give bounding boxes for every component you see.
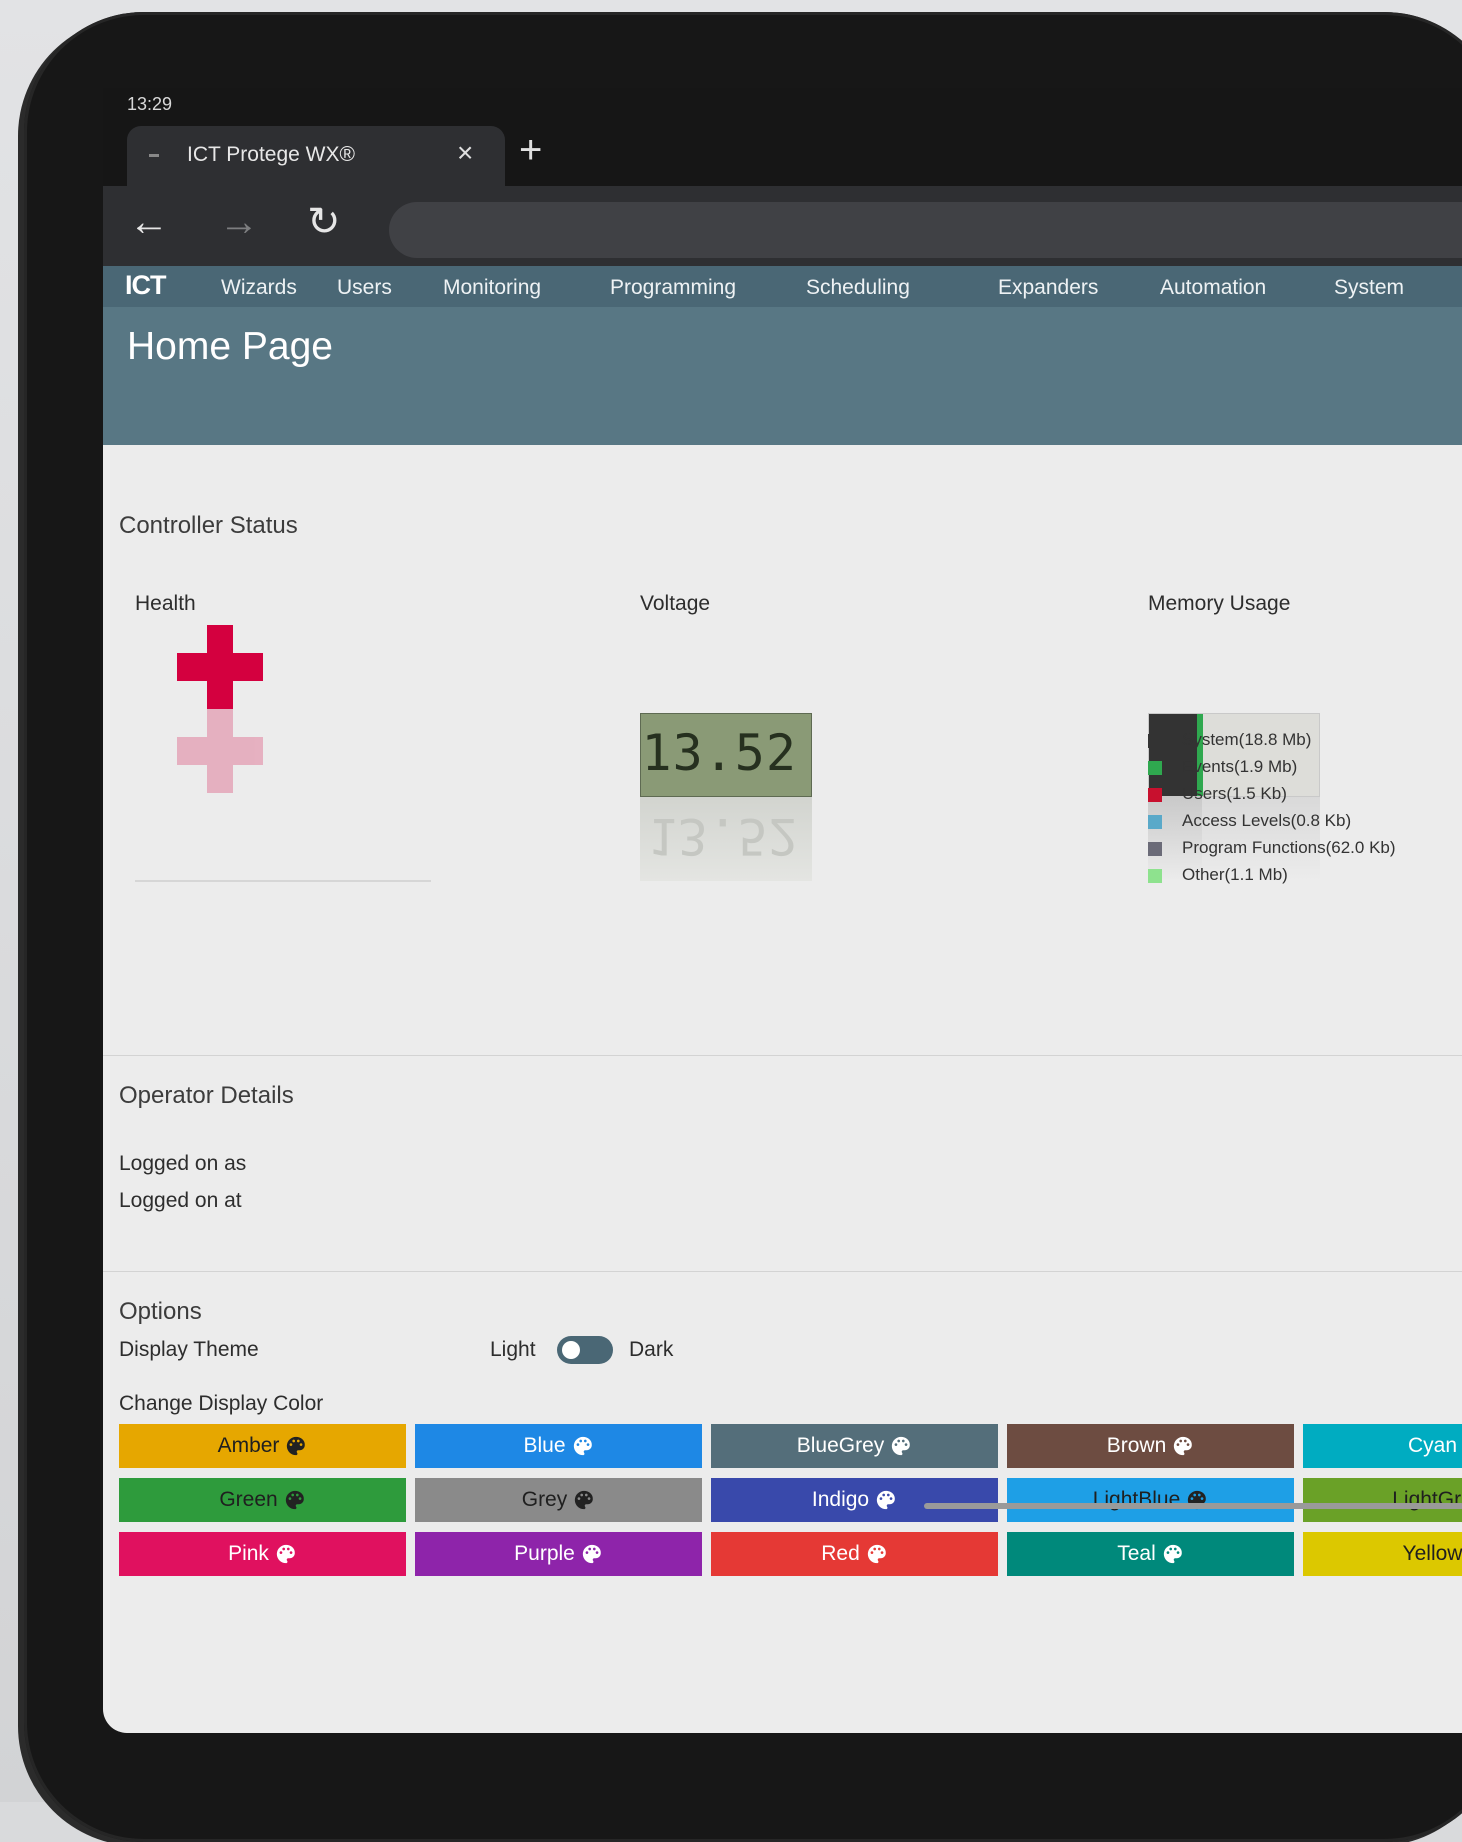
legend-swatch [1148, 842, 1162, 856]
voltage-lcd-reflection: 13.52 [640, 797, 812, 881]
legend-swatch [1148, 788, 1162, 802]
menu-monitoring[interactable]: Monitoring [443, 276, 541, 300]
palette-icon [285, 1435, 307, 1457]
memory-usage-label: Memory Usage [1148, 592, 1291, 615]
color-button-label: Amber [217, 1434, 280, 1457]
color-button-grey[interactable]: Grey [415, 1478, 702, 1522]
color-button-label: BlueGrey [796, 1434, 885, 1457]
color-button-label: Teal [1117, 1542, 1156, 1565]
color-button-pink[interactable]: Pink [119, 1532, 406, 1576]
menu-system[interactable]: System [1334, 276, 1404, 300]
color-button-red[interactable]: Red [711, 1532, 998, 1576]
address-bar[interactable] [389, 202, 1462, 258]
menu-users[interactable]: Users [337, 276, 392, 300]
page-title: Home Page [127, 325, 333, 368]
toggle-knob [562, 1341, 580, 1359]
palette-icon [875, 1489, 897, 1511]
health-label: Health [135, 592, 196, 615]
color-button-teal[interactable]: Teal [1007, 1532, 1294, 1576]
menu-scheduling[interactable]: Scheduling [806, 276, 910, 300]
color-button-brown[interactable]: Brown [1007, 1424, 1294, 1468]
favicon-icon: ▬ [149, 149, 159, 160]
new-tab-icon[interactable]: + [519, 130, 542, 170]
color-button-label: Blue [523, 1434, 566, 1457]
color-button-indigo[interactable]: Indigo [711, 1478, 998, 1522]
page-header: Home Page [103, 307, 1462, 445]
section-divider [103, 1055, 1462, 1056]
theme-dark-label: Dark [629, 1338, 674, 1361]
color-button-bluegrey[interactable]: BlueGrey [711, 1424, 998, 1468]
voltage-label: Voltage [640, 592, 711, 615]
voltage-value: 13.52 [641, 724, 797, 782]
palette-icon [275, 1543, 297, 1565]
color-button-label: Brown [1106, 1434, 1167, 1457]
health-baseline [135, 880, 431, 882]
legend-swatch [1148, 761, 1162, 775]
color-button-cyan[interactable]: Cyan [1303, 1424, 1462, 1468]
theme-toggle[interactable] [557, 1336, 613, 1364]
tab-title: ICT Protege WX® [187, 143, 355, 166]
horizontal-scrollbar[interactable] [924, 1503, 1462, 1509]
theme-light-label: Light [490, 1338, 536, 1361]
operator-details-title: Operator Details [119, 1082, 294, 1109]
legend-swatch [1148, 815, 1162, 829]
logged-on-as-label: Logged on as [119, 1152, 247, 1175]
color-button-purple[interactable]: Purple [415, 1532, 702, 1576]
browser-toolbar: ← → ↻ [103, 186, 1462, 266]
tablet-screen: 13:29 ▬ ICT Protege WX® × + ← → ↻ ICT Wi… [103, 88, 1462, 1733]
palette-icon [573, 1489, 595, 1511]
voltage-lcd: 13.52 [640, 713, 812, 797]
color-button-label: Red [821, 1542, 860, 1565]
menu-automation[interactable]: Automation [1160, 276, 1266, 300]
back-arrow-icon[interactable]: ← [129, 202, 169, 242]
palette-icon [1162, 1543, 1184, 1565]
legend-swatch [1148, 734, 1162, 748]
color-button-yellow[interactable]: Yellow [1303, 1532, 1462, 1576]
tab-close-icon[interactable]: × [457, 138, 473, 168]
color-button-blue[interactable]: Blue [415, 1424, 702, 1468]
web-app: ICT Wizards Users Monitoring Programming… [103, 266, 1462, 1733]
voltage-value-reflection: 13.52 [647, 807, 798, 865]
options-title: Options [119, 1298, 202, 1325]
color-button-label: Grey [521, 1488, 568, 1511]
controller-status-title: Controller Status [119, 512, 298, 539]
palette-icon [284, 1489, 306, 1511]
display-theme-label: Display Theme [119, 1338, 259, 1361]
logged-on-at-label: Logged on at [119, 1189, 242, 1212]
menu-expanders[interactable]: Expanders [998, 276, 1098, 300]
color-button-amber[interactable]: Amber [119, 1424, 406, 1468]
ict-logo[interactable]: ICT [125, 270, 166, 301]
reload-icon[interactable]: ↻ [307, 202, 341, 242]
legend-swatch [1148, 869, 1162, 883]
color-button-lightgre[interactable]: LightGre [1303, 1478, 1462, 1522]
status-clock: 13:29 [127, 94, 173, 114]
change-display-color-label: Change Display Color [119, 1392, 324, 1415]
color-button-label: Green [219, 1488, 278, 1511]
palette-icon [581, 1543, 603, 1565]
palette-icon [1172, 1435, 1194, 1457]
forward-arrow-icon[interactable]: → [219, 202, 259, 242]
top-navbar: ICT Wizards Users Monitoring Programming… [103, 266, 1462, 307]
color-button-label: Yellow [1402, 1542, 1462, 1565]
color-button-label: Purple [514, 1542, 575, 1565]
palette-icon [866, 1543, 888, 1565]
browser-tab[interactable]: ▬ ICT Protege WX® × [127, 126, 505, 186]
color-button-lightblue[interactable]: LightBlue [1007, 1478, 1294, 1522]
palette-icon [890, 1435, 912, 1457]
menu-programming[interactable]: Programming [610, 276, 736, 300]
section-divider [103, 1271, 1462, 1272]
color-button-label: Pink [228, 1542, 269, 1565]
color-button-label: Cyan [1407, 1434, 1458, 1457]
color-button-green[interactable]: Green [119, 1478, 406, 1522]
palette-icon [572, 1435, 594, 1457]
menu-wizards[interactable]: Wizards [221, 276, 297, 300]
color-button-label: Indigo [811, 1488, 870, 1511]
